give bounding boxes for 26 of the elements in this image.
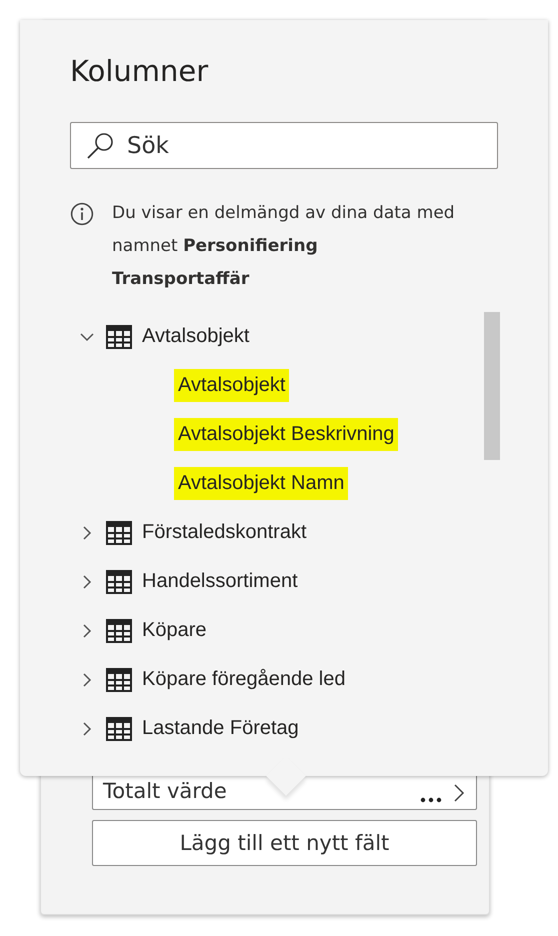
- info-text: Du visar en delmängd av dina data med namnet Personifiering Transportaffär: [112, 202, 456, 291]
- search-icon: [85, 130, 115, 160]
- table-item[interactable]: Handelssortiment: [142, 570, 298, 593]
- column-item[interactable]: Avtalsobjekt: [174, 369, 290, 402]
- table-icon: [106, 324, 132, 348]
- add-field-button[interactable]: Lägg till ett nytt fält: [92, 820, 477, 866]
- column-item[interactable]: Avtalsobjekt Namn: [174, 467, 348, 500]
- table-item[interactable]: Förstaledskontrakt: [142, 521, 307, 544]
- table-icon: [106, 716, 132, 740]
- table-item[interactable]: Köpare föregående led: [142, 668, 346, 691]
- table-item[interactable]: Lastande Företag: [142, 717, 299, 740]
- info-icon: [70, 202, 94, 226]
- table-icon: [106, 668, 132, 692]
- table-icon: [106, 618, 132, 642]
- table-item[interactable]: Köpare: [142, 619, 206, 642]
- scrollbar-thumb[interactable]: [484, 312, 500, 460]
- chevron-right-icon[interactable]: [452, 783, 466, 803]
- more-icon[interactable]: [420, 797, 442, 803]
- search-field[interactable]: Sök: [70, 122, 498, 169]
- popup-title: Kolumner: [70, 54, 210, 88]
- table-icon: [106, 520, 132, 544]
- search-input[interactable]: Sök: [125, 132, 483, 160]
- column-item[interactable]: Avtalsobjekt Beskrivning: [174, 418, 398, 451]
- field-label: Totalt värde: [103, 779, 228, 803]
- table-item[interactable]: Avtalsobjekt: [142, 325, 250, 348]
- table-icon: [106, 570, 132, 594]
